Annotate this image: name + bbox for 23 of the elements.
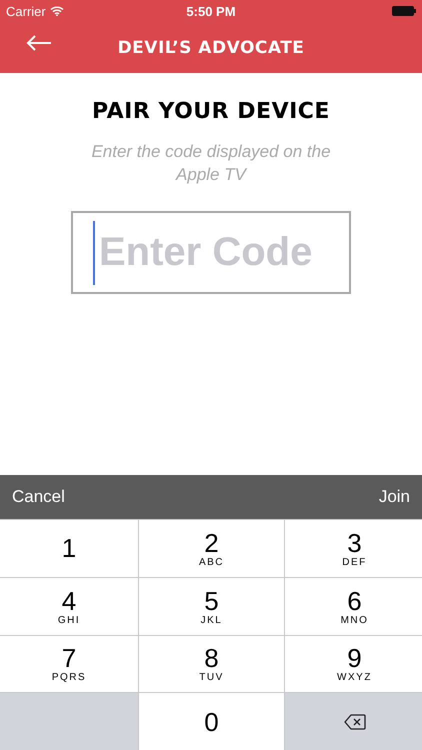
keypad-key[interactable]: 5 JKL	[139, 578, 284, 634]
cancel-button[interactable]: Cancel	[12, 487, 65, 507]
clock-time: 5:50 PM	[186, 4, 236, 18]
text-cursor	[93, 221, 95, 285]
keypad-key[interactable]: 9 WXYZ	[285, 636, 422, 692]
wifi-icon	[50, 6, 64, 16]
keypad-key[interactable]: 2 ABC	[139, 520, 284, 577]
keypad-key[interactable]: 7 PQRS	[0, 636, 138, 692]
keypad-key[interactable]: 6 MNO	[285, 578, 422, 634]
keypad-key[interactable]: 3 DEF	[285, 520, 422, 577]
keypad-key[interactable]: 8 TUV	[139, 636, 284, 692]
backspace-icon	[344, 714, 366, 730]
keypad-key[interactable]: 1	[0, 520, 138, 577]
code-input-field[interactable]: Enter Code	[71, 211, 351, 294]
instruction-text: Enter the code displayed on the Apple TV	[90, 141, 332, 186]
app-title: DEVIL’S ADVOCATE	[118, 38, 304, 58]
back-arrow-icon[interactable]	[26, 35, 52, 51]
carrier-label: Carrier	[6, 4, 46, 18]
join-button[interactable]: Join	[378, 487, 410, 507]
page-heading: PAIR YOUR DEVICE	[92, 99, 330, 124]
keypad-key[interactable]: 0	[139, 693, 284, 750]
battery-icon	[392, 6, 416, 16]
keypad-key[interactable]: 4 GHI	[0, 578, 138, 634]
